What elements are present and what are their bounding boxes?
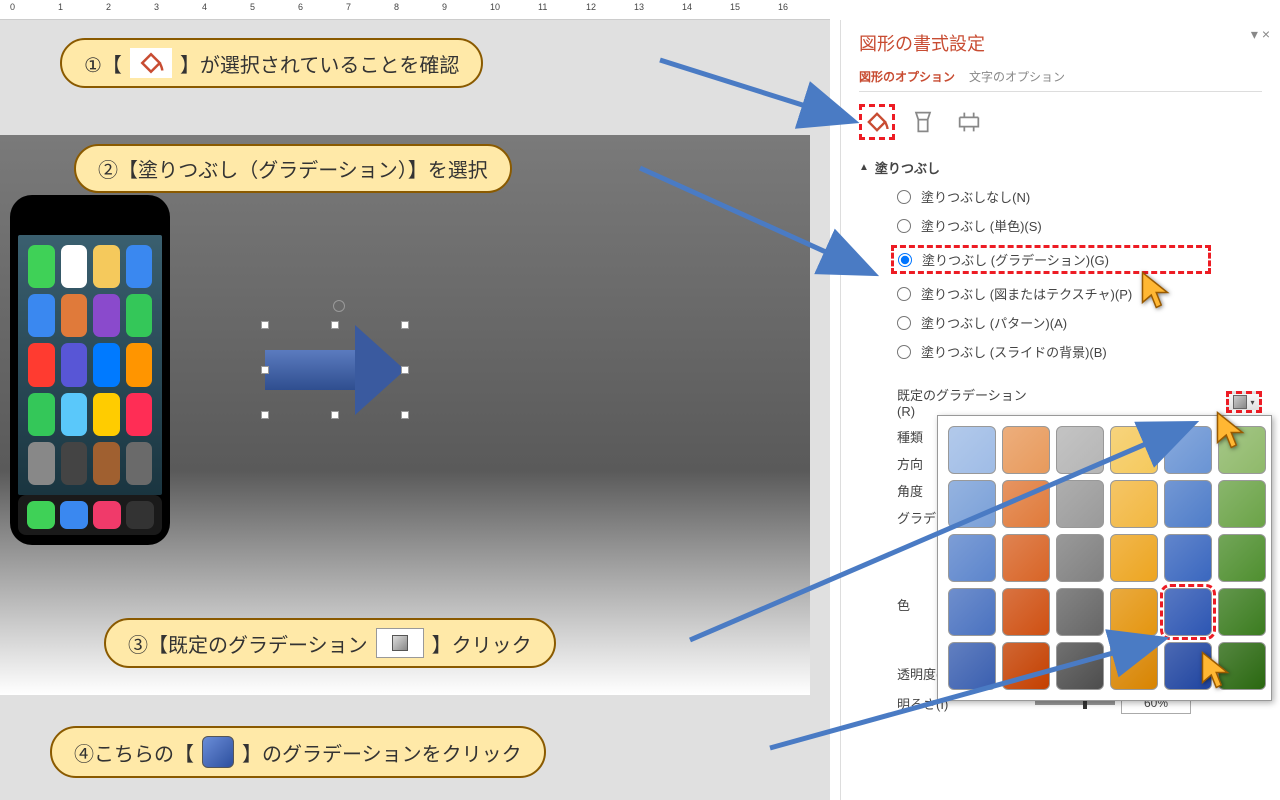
gradient-swatch[interactable] — [1056, 426, 1104, 474]
gradient-swatch[interactable] — [1164, 426, 1212, 474]
gradient-swatch[interactable] — [1056, 480, 1104, 528]
paint-bucket-icon — [130, 48, 172, 78]
gradient-swatch[interactable] — [1002, 534, 1050, 582]
radio-slide-bg-fill[interactable]: 塗りつぶし (スライドの背景)(B) — [897, 342, 1262, 361]
gradient-swatch[interactable] — [948, 480, 996, 528]
cursor-icon — [1200, 650, 1230, 690]
gradient-swatch[interactable] — [1002, 426, 1050, 474]
slide — [0, 135, 810, 695]
gradient-swatch[interactable] — [1002, 588, 1050, 636]
phone-mockup — [10, 195, 170, 545]
fill-line-icon[interactable] — [859, 104, 895, 140]
pane-controls[interactable]: ▾ × — [1251, 26, 1270, 43]
horizontal-ruler: 012345678910111213141516 — [0, 0, 830, 20]
callout-step-4: ④こちらの【 】のグラデーションをクリック — [50, 726, 546, 778]
phone-dock — [18, 495, 162, 535]
gradient-swatch[interactable] — [1002, 642, 1050, 690]
dropdown-icon — [376, 628, 424, 658]
gradient-swatch[interactable] — [1218, 588, 1266, 636]
gradient-swatch[interactable] — [948, 588, 996, 636]
gradient-swatch[interactable] — [1056, 534, 1104, 582]
callout-step-3: ③【既定のグラデーション 】クリック — [104, 618, 556, 668]
gradient-swatch[interactable] — [1218, 534, 1266, 582]
callout-step-2: ②【塗りつぶし（グラデーション）】を選択 — [74, 144, 512, 193]
gradient-swatch[interactable] — [1056, 588, 1104, 636]
effects-icon[interactable] — [905, 104, 941, 140]
gradient-swatch[interactable] — [948, 534, 996, 582]
gradient-swatch[interactable] — [1110, 426, 1158, 474]
gradient-swatch[interactable] — [1164, 588, 1212, 636]
phone-screen — [18, 235, 162, 495]
radio-solid-fill[interactable]: 塗りつぶし (単色)(S) — [897, 216, 1262, 235]
gradient-swatch[interactable] — [1110, 480, 1158, 528]
label-preset-gradient: 既定のグラデーション(R) — [897, 385, 1027, 419]
gradient-swatch[interactable] — [1110, 534, 1158, 582]
gradient-swatch[interactable] — [1110, 588, 1158, 636]
selected-arrow-shape[interactable] — [265, 325, 405, 415]
cursor-icon — [1140, 270, 1170, 310]
gradient-swatch[interactable] — [1110, 642, 1158, 690]
tab-text-options[interactable]: 文字のオプション — [969, 68, 1065, 85]
tab-shape-options[interactable]: 図形のオプション — [859, 68, 955, 85]
blue-swatch-icon — [202, 736, 234, 768]
fill-section-header[interactable]: ▲塗りつぶし — [859, 158, 1262, 177]
gradient-swatch[interactable] — [1218, 480, 1266, 528]
callout-step-1: ①【 】が選択されていることを確認 — [60, 38, 483, 88]
gradient-swatch[interactable] — [948, 642, 996, 690]
gradient-swatch[interactable] — [1056, 642, 1104, 690]
rotate-handle[interactable] — [333, 300, 345, 312]
cursor-icon — [1215, 410, 1245, 450]
size-properties-icon[interactable] — [951, 104, 987, 140]
radio-pattern-fill[interactable]: 塗りつぶし (パターン)(A) — [897, 313, 1262, 332]
gradient-swatch[interactable] — [1164, 480, 1212, 528]
brightness-slider[interactable] — [1035, 701, 1115, 705]
radio-picture-fill[interactable]: 塗りつぶし (図またはテクスチャ)(P) — [897, 284, 1262, 303]
gradient-swatch[interactable] — [948, 426, 996, 474]
gradient-swatch[interactable] — [1002, 480, 1050, 528]
gradient-swatch[interactable] — [1164, 534, 1212, 582]
slide-canvas[interactable] — [0, 20, 830, 800]
pane-title: 図形の書式設定 — [859, 30, 1262, 56]
radio-no-fill[interactable]: 塗りつぶしなし(N) — [897, 187, 1262, 206]
